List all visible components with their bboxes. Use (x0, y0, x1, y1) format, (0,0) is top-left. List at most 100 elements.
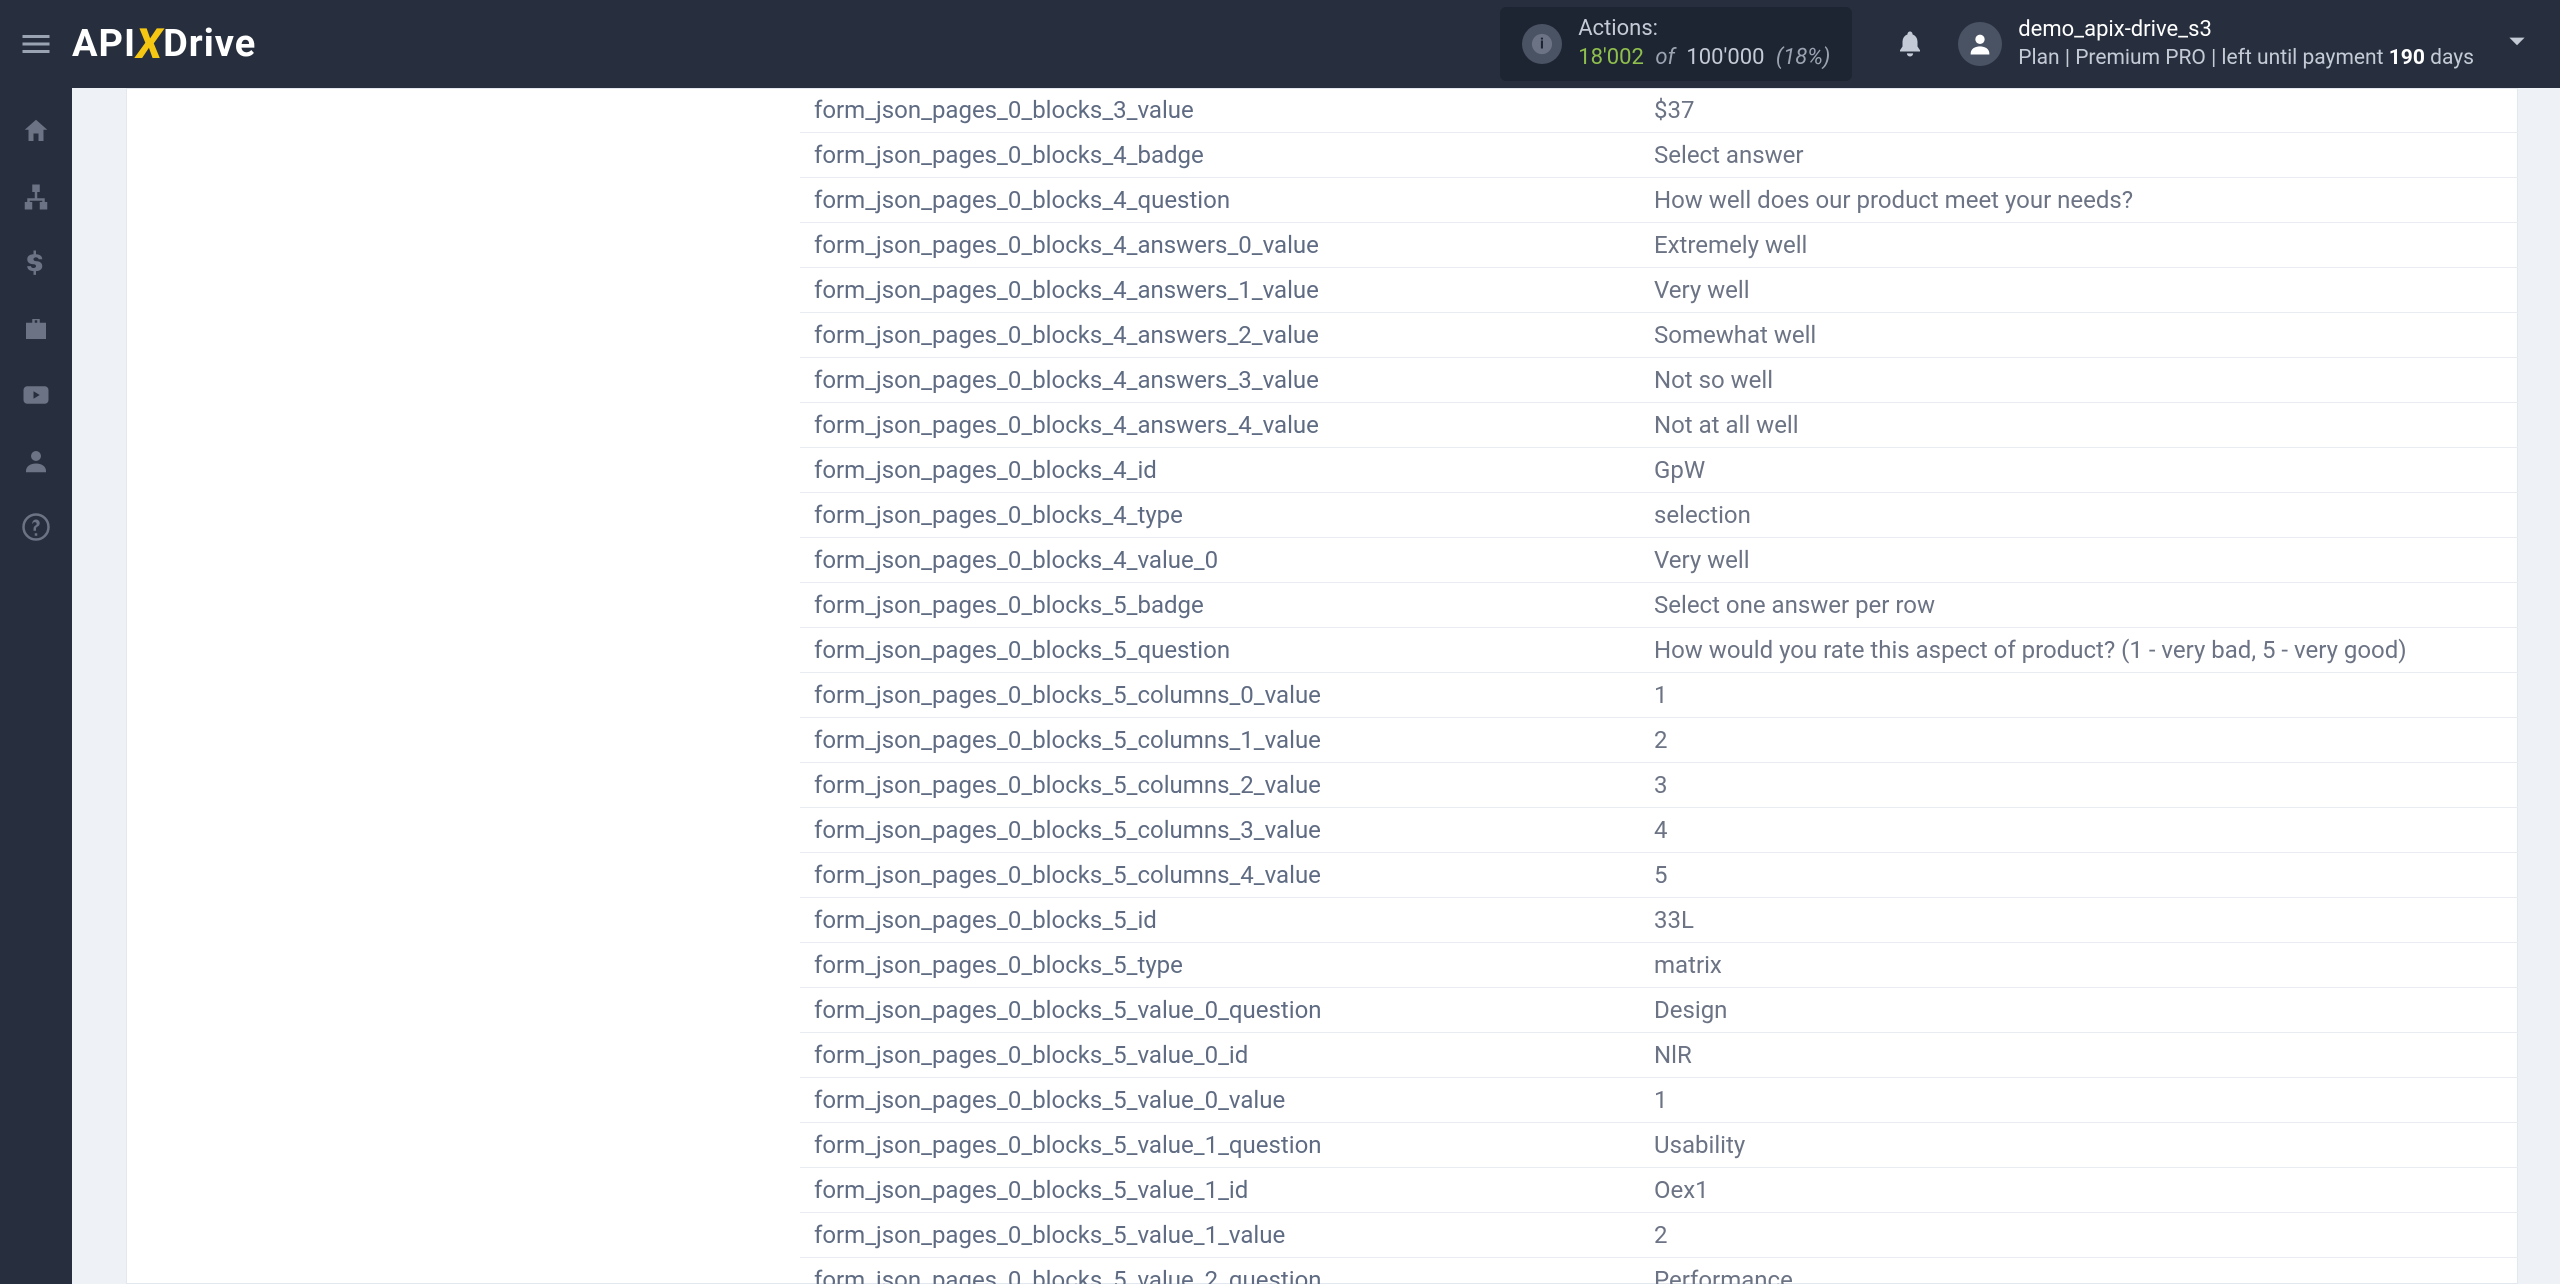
hamburger-menu[interactable] (0, 0, 72, 88)
sidebar-item-help[interactable] (0, 494, 72, 560)
row-value: 1 (1640, 673, 2518, 717)
table-row: form_json_pages_0_blocks_5_value_1_idOex… (800, 1168, 2518, 1213)
row-key: form_json_pages_0_blocks_5_columns_3_val… (800, 808, 1640, 852)
row-value: selection (1640, 493, 2518, 537)
row-key: form_json_pages_0_blocks_4_answers_4_val… (800, 403, 1640, 447)
table-row: form_json_pages_0_blocks_4_typeselection (800, 493, 2518, 538)
row-key: form_json_pages_0_blocks_5_columns_2_val… (800, 763, 1640, 807)
row-key: form_json_pages_0_blocks_5_badge (800, 583, 1640, 627)
row-key: form_json_pages_0_blocks_5_value_1_id (800, 1168, 1640, 1212)
row-value: How well does our product meet your need… (1640, 178, 2518, 222)
row-value: NlR (1640, 1033, 2518, 1077)
table-row: form_json_pages_0_blocks_4_answers_3_val… (800, 358, 2518, 403)
logo-drive: Drive (163, 22, 256, 66)
row-key: form_json_pages_0_blocks_4_answers_0_val… (800, 223, 1640, 267)
table-row: form_json_pages_0_blocks_4_answers_4_val… (800, 403, 2518, 448)
table-row: form_json_pages_0_blocks_5_value_0_idNlR (800, 1033, 2518, 1078)
table-row: form_json_pages_0_blocks_5_value_0_value… (800, 1078, 2518, 1123)
home-icon (21, 116, 51, 146)
briefcase-icon (21, 314, 51, 344)
table-row: form_json_pages_0_blocks_5_columns_0_val… (800, 673, 2518, 718)
row-value: 2 (1640, 1213, 2518, 1257)
table-row: form_json_pages_0_blocks_5_columns_2_val… (800, 763, 2518, 808)
sidebar-item-billing[interactable] (0, 230, 72, 296)
table-row: form_json_pages_0_blocks_5_value_1_value… (800, 1213, 2518, 1258)
table-row: form_json_pages_0_blocks_4_answers_0_val… (800, 223, 2518, 268)
question-icon (21, 512, 51, 542)
row-key: form_json_pages_0_blocks_5_value_0_id (800, 1033, 1640, 1077)
user-plan: Plan | Premium PRO | left until payment … (2018, 45, 2474, 72)
table-row: form_json_pages_0_blocks_4_answers_1_val… (800, 268, 2518, 313)
row-value: 5 (1640, 853, 2518, 897)
row-key: form_json_pages_0_blocks_5_columns_0_val… (800, 673, 1640, 717)
table-row: form_json_pages_0_blocks_5_typematrix (800, 943, 2518, 988)
row-key: form_json_pages_0_blocks_5_value_1_value (800, 1213, 1640, 1257)
row-value: 1 (1640, 1078, 2518, 1122)
sidebar-item-account[interactable] (0, 428, 72, 494)
sidebar (0, 88, 72, 1284)
chevron-down-icon (2504, 29, 2530, 55)
actions-of: of (1655, 45, 1675, 70)
row-value: 4 (1640, 808, 2518, 852)
table-row: form_json_pages_0_blocks_5_value_2_quest… (800, 1258, 2518, 1284)
content-shell: form_json_pages_0_blocks_3_value$37form_… (126, 88, 2518, 1284)
logo-api: API (72, 22, 136, 66)
logo[interactable]: API X Drive (72, 20, 256, 69)
youtube-icon (21, 380, 51, 410)
sidebar-item-video[interactable] (0, 362, 72, 428)
user-icon (21, 446, 51, 476)
table-row: form_json_pages_0_blocks_5_value_1_quest… (800, 1123, 2518, 1168)
table-row: form_json_pages_0_blocks_5_columns_1_val… (800, 718, 2518, 763)
row-key: form_json_pages_0_blocks_5_id (800, 898, 1640, 942)
sidebar-item-home[interactable] (0, 98, 72, 164)
row-value: Select one answer per row (1640, 583, 2518, 627)
row-key: form_json_pages_0_blocks_5_type (800, 943, 1640, 987)
user-name: demo_apix-drive_s3 (2018, 16, 2474, 45)
row-key: form_json_pages_0_blocks_5_value_0_quest… (800, 988, 1640, 1032)
notifications-button[interactable] (1882, 29, 1938, 59)
page: form_json_pages_0_blocks_3_value$37form_… (72, 88, 2560, 1284)
user-text: demo_apix-drive_s3 Plan | Premium PRO | … (2018, 16, 2474, 72)
table-row: form_json_pages_0_blocks_5_questionHow w… (800, 628, 2518, 673)
header: API X Drive i Actions: 18'002 of 100'000… (0, 0, 2560, 88)
row-key: form_json_pages_0_blocks_5_value_2_quest… (800, 1258, 1640, 1284)
user-menu[interactable]: demo_apix-drive_s3 Plan | Premium PRO | … (1958, 16, 2474, 72)
sidebar-item-connections[interactable] (0, 164, 72, 230)
sidebar-item-tools[interactable] (0, 296, 72, 362)
row-value: matrix (1640, 943, 2518, 987)
avatar (1958, 22, 2002, 66)
table-row: form_json_pages_0_blocks_4_questionHow w… (800, 178, 2518, 223)
logo-x: X (136, 20, 163, 69)
actions-widget[interactable]: i Actions: 18'002 of 100'000 (18%) (1500, 7, 1852, 80)
row-value: Oex1 (1640, 1168, 2518, 1212)
table-row: form_json_pages_0_blocks_5_value_0_quest… (800, 988, 2518, 1033)
header-dropdown-caret[interactable] (2504, 29, 2530, 59)
actions-used: 18'002 (1578, 45, 1644, 70)
actions-text: Actions: 18'002 of 100'000 (18%) (1578, 15, 1830, 72)
table-row: form_json_pages_0_blocks_3_value$37 (800, 88, 2518, 133)
row-value: $37 (1640, 88, 2518, 132)
user-icon (1966, 30, 1994, 58)
table-row: form_json_pages_0_blocks_4_value_0Very w… (800, 538, 2518, 583)
row-key: form_json_pages_0_blocks_3_value (800, 88, 1640, 132)
table-row: form_json_pages_0_blocks_4_idGpW (800, 448, 2518, 493)
row-value: Performance (1640, 1258, 2518, 1284)
table-row: form_json_pages_0_blocks_5_columns_4_val… (800, 853, 2518, 898)
row-value: Very well (1640, 268, 2518, 312)
row-value: 2 (1640, 718, 2518, 762)
row-key: form_json_pages_0_blocks_5_columns_4_val… (800, 853, 1640, 897)
table-row: form_json_pages_0_blocks_4_badgeSelect a… (800, 133, 2518, 178)
row-value: How would you rate this aspect of produc… (1640, 628, 2518, 672)
row-key: form_json_pages_0_blocks_4_type (800, 493, 1640, 537)
row-key: form_json_pages_0_blocks_4_badge (800, 133, 1640, 177)
row-value: 33L (1640, 898, 2518, 942)
row-value: Not so well (1640, 358, 2518, 402)
row-key: form_json_pages_0_blocks_4_id (800, 448, 1640, 492)
table-row: form_json_pages_0_blocks_5_id33L (800, 898, 2518, 943)
table-row: form_json_pages_0_blocks_5_badgeSelect o… (800, 583, 2518, 628)
table-row: form_json_pages_0_blocks_4_answers_2_val… (800, 313, 2518, 358)
row-value: Usability (1640, 1123, 2518, 1167)
row-key: form_json_pages_0_blocks_5_columns_1_val… (800, 718, 1640, 762)
actions-label: Actions: (1578, 15, 1830, 44)
row-value: GpW (1640, 448, 2518, 492)
